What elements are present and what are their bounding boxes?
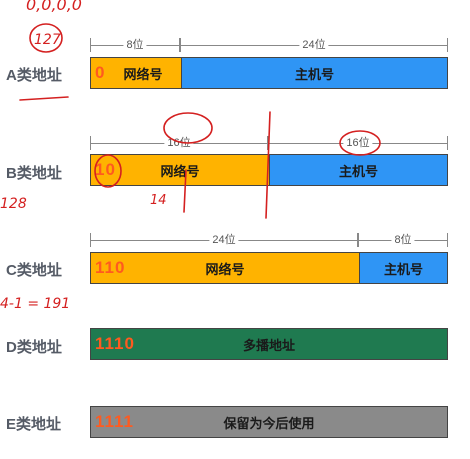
class-c-network-segment: 110 网络号 xyxy=(91,253,359,283)
class-e-bar: 1111 保留为今后使用 xyxy=(90,406,448,438)
segment-label: 网络号 xyxy=(205,261,245,277)
class-e-reserved-segment: 1111 保留为今后使用 xyxy=(91,407,447,437)
class-b-bar: 10 网络号 主机号 xyxy=(90,154,448,186)
class-c-host-segment: 主机号 xyxy=(359,253,447,283)
class-a-network-segment: 0 网络号 xyxy=(91,58,181,88)
class-b-prefix: 10 xyxy=(95,160,116,179)
class-a-bar: 0 网络号 主机号 xyxy=(90,57,448,89)
class-a-underline-mark xyxy=(19,96,69,101)
handwritten-14: 14 xyxy=(150,193,167,208)
class-a-label: A类地址 xyxy=(6,67,62,84)
class-c-host-bits-dim: 8位 xyxy=(358,231,448,247)
segment-label: 保留为今后使用 xyxy=(223,415,315,431)
dim-label: 24位 xyxy=(299,36,329,52)
dim-label: 8位 xyxy=(123,36,147,52)
class-b-host-bits-dim: 16位 xyxy=(268,134,448,150)
class-a-prefix: 0 xyxy=(95,63,106,82)
handwritten-top-numbers: 0,0,0,0 xyxy=(26,0,82,14)
class-c-bar: 110 网络号 主机号 xyxy=(90,252,448,284)
segment-label: 网络号 xyxy=(123,66,163,82)
segment-label: 主机号 xyxy=(338,163,378,179)
segment-label: 主机号 xyxy=(383,261,423,277)
class-d-label: D类地址 xyxy=(6,339,62,356)
handwritten-191: 4-1 = 191 xyxy=(0,296,70,312)
dim-label: 8位 xyxy=(391,231,415,247)
handwritten-128: 128 xyxy=(0,196,27,212)
class-a-net-bits-dim: 8位 xyxy=(90,36,180,52)
class-c-net-bits-dim: 24位 xyxy=(90,231,358,247)
segment-label: 主机号 xyxy=(294,66,334,82)
class-e-prefix: 1111 xyxy=(95,412,135,431)
dim-label: 24位 xyxy=(209,231,239,247)
class-a-host-bits-dim: 24位 xyxy=(180,36,448,52)
class-d-multicast-segment: 1110 多播地址 xyxy=(91,329,447,359)
dim-label: 16位 xyxy=(164,134,194,150)
class-b-net-bits-dim: 16位 xyxy=(90,134,268,150)
handwritten-127: 127 xyxy=(34,32,61,48)
class-d-bar: 1110 多播地址 xyxy=(90,328,448,360)
dim-label: 16位 xyxy=(343,134,373,150)
segment-label: 多播地址 xyxy=(242,337,295,353)
class-b-network-segment: 10 网络号 xyxy=(91,155,269,185)
circle-127-mark xyxy=(29,23,63,53)
class-a-host-segment: 主机号 xyxy=(181,58,447,88)
segment-label: 网络号 xyxy=(160,163,200,179)
class-b-label: B类地址 xyxy=(6,165,62,182)
class-d-prefix: 1110 xyxy=(95,334,135,353)
class-c-label: C类地址 xyxy=(6,262,62,279)
class-b-host-segment: 主机号 xyxy=(269,155,447,185)
class-e-label: E类地址 xyxy=(6,416,62,433)
class-c-prefix: 110 xyxy=(95,258,126,277)
